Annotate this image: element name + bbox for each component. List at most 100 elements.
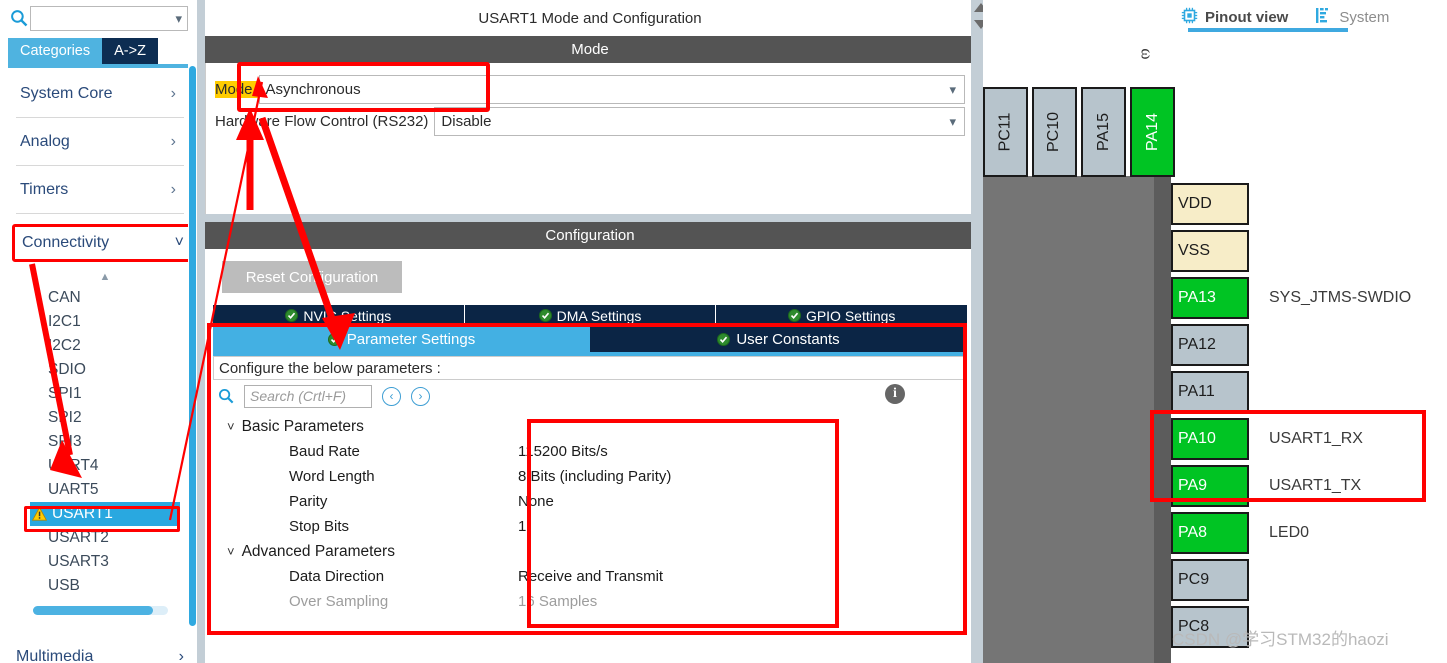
chevron-down-icon: ˅ (227, 419, 235, 434)
list-item[interactable]: CAN (30, 286, 180, 310)
peripheral-label: SPI2 (48, 409, 82, 426)
tab-pinout-view[interactable]: Pinout view (1181, 7, 1288, 28)
pin-pa12[interactable]: PA12 (1171, 323, 1249, 366)
pin-pa8[interactable]: PA8 (1171, 511, 1249, 554)
pin-vdd[interactable]: VDD (1171, 182, 1249, 225)
mode-label: Mode (215, 81, 259, 98)
table-row[interactable]: Stop Bits 1 (213, 514, 967, 539)
sidebar-item-timers[interactable]: Timers › (16, 166, 184, 214)
list-item[interactable]: USART3 (30, 550, 180, 574)
tab-a-to-z[interactable]: A->Z (102, 38, 158, 64)
pin-signal: USART1_TX (1269, 476, 1362, 494)
sidebar-item-system-core[interactable]: System Core › (16, 70, 184, 118)
warning-icon (31, 506, 48, 521)
list-item[interactable]: UART4 (30, 454, 180, 478)
sidebar-item-connectivity[interactable]: Connectivity ˅ (12, 224, 196, 262)
table-row[interactable]: Parity None (213, 489, 967, 514)
pin-vss[interactable]: VSS (1171, 229, 1249, 272)
parameter-tab-row: Parameter Settings User Constants (213, 326, 967, 352)
page-title: USART1 Mode and Configuration (205, 0, 975, 36)
sidebar: ▾ Categories A->Z System Core › Analog ›… (0, 0, 197, 663)
peripheral-list: ▲ CAN I2C1 I2C2 SDIO SPI1 SPI2 SPI3 UART… (30, 268, 180, 598)
pin-pa9[interactable]: PA9 (1171, 464, 1249, 507)
pin-row: PC9 (1171, 556, 1447, 603)
table-row[interactable]: Word Length 8 Bits (including Parity) (213, 464, 967, 489)
sidebar-vertical-scrollbar[interactable] (189, 66, 196, 626)
table-row[interactable]: Baud Rate 115200 Bits/s (213, 439, 967, 464)
sidebar-search-row: ▾ (8, 4, 188, 32)
peripheral-label: SPI1 (48, 385, 82, 402)
parameter-group-advanced[interactable]: ˅ Advanced Parameters (213, 539, 967, 564)
peripheral-label: SPI3 (48, 433, 82, 450)
search-next-button[interactable]: › (411, 386, 430, 406)
parameter-group-basic[interactable]: ˅ Basic Parameters (213, 414, 967, 439)
info-icon[interactable]: i (885, 384, 905, 404)
tab-system-view[interactable]: System (1316, 7, 1390, 27)
tab-categories[interactable]: Categories (8, 38, 103, 64)
category-list: System Core › Analog › Timers › (16, 70, 184, 214)
sidebar-item-analog[interactable]: Analog › (16, 118, 184, 166)
parameter-list: ˅ Basic Parameters Baud Rate 115200 Bits… (213, 412, 967, 614)
check-circle-icon (327, 332, 341, 346)
pin-pa14[interactable]: PA14 (1130, 87, 1175, 177)
pin-row: PA11 (1171, 368, 1447, 415)
pin-pa15[interactable]: PA15 (1081, 87, 1126, 177)
pin-label: PC11 (996, 112, 1014, 152)
parameter-search-input[interactable]: Search (Crtl+F) (244, 384, 372, 408)
pin-pc9[interactable]: PC9 (1171, 558, 1249, 601)
horizontal-scrollbar[interactable] (33, 606, 168, 615)
sidebar-tabs-underline (8, 64, 188, 68)
pin-pa11[interactable]: PA11 (1171, 370, 1249, 413)
list-item[interactable]: I2C1 (30, 310, 180, 334)
tab-parameter-settings[interactable]: Parameter Settings (213, 326, 590, 352)
flow-control-dropdown[interactable]: Disable ▾ (434, 107, 965, 136)
configuration-section: Reset Configuration NVIC Settings DMA Se… (205, 249, 975, 614)
search-prev-button[interactable]: ‹ (382, 386, 401, 406)
list-item[interactable]: SPI3 (30, 430, 180, 454)
tab-nvic-settings[interactable]: NVIC Settings (213, 305, 465, 326)
configure-hint: Configure the below parameters : (213, 356, 967, 380)
parameter-name: Over Sampling (289, 593, 389, 610)
list-item[interactable]: USART2 (30, 526, 180, 550)
pin-label: VSS (1178, 241, 1211, 259)
parameter-name: Data Direction (289, 568, 385, 585)
parameter-value: 115200 Bits/s (518, 443, 608, 460)
pin-label: PA14 (1143, 113, 1161, 151)
scrollbar-thumb[interactable] (33, 606, 153, 615)
scroll-spinner-icon[interactable]: ▲ (30, 268, 180, 286)
pin-pa13[interactable]: PA13 (1171, 276, 1249, 319)
list-item[interactable]: UART5 (30, 478, 180, 502)
reset-configuration-button[interactable]: Reset Configuration (222, 261, 402, 293)
sidebar-divider (197, 0, 205, 663)
pin-row: VDD (1171, 180, 1447, 227)
rotated-axis-label: ω (1137, 48, 1157, 60)
list-item[interactable]: USB (30, 574, 180, 598)
pin-pc11[interactable]: PC11 (983, 87, 1028, 177)
pinout-panel: Pinout view System ω PC11 PC10 PA15 PA14… (983, 0, 1447, 663)
parameter-name: Baud Rate (289, 443, 360, 460)
parameter-value: Receive and Transmit (518, 568, 664, 585)
tab-user-constants[interactable]: User Constants (590, 326, 967, 352)
search-input[interactable]: ▾ (30, 5, 188, 31)
chevron-right-icon: › (170, 84, 176, 102)
tab-label: Parameter Settings (346, 330, 476, 348)
list-item[interactable]: SDIO (30, 358, 180, 382)
list-item[interactable]: SPI2 (30, 406, 180, 430)
table-row[interactable]: Data Direction Receive and Transmit (213, 564, 967, 589)
flow-control-row: Hardware Flow Control (RS232) Disable ▾ (215, 107, 965, 136)
pin-row: PA13 SYS_JTMS-SWDIO (1171, 274, 1447, 321)
tab-gpio-settings[interactable]: GPIO Settings (716, 305, 968, 326)
sidebar-item-multimedia[interactable]: Multimedia › (16, 648, 184, 663)
pin-pc10[interactable]: PC10 (1032, 87, 1077, 177)
check-circle-icon (538, 309, 552, 322)
panel-separator (205, 214, 975, 222)
view-tab-label: System (1339, 8, 1390, 26)
list-item[interactable]: SPI1 (30, 382, 180, 406)
list-icon (1316, 7, 1332, 27)
pin-pa10[interactable]: PA10 (1171, 417, 1249, 460)
mode-dropdown[interactable]: Asynchronous ▾ (258, 75, 965, 104)
sidebar-item-usart1[interactable]: USART1 (30, 502, 180, 526)
peripheral-label: USART1 (52, 505, 113, 522)
list-item[interactable]: I2C2 (30, 334, 180, 358)
tab-dma-settings[interactable]: DMA Settings (464, 305, 717, 326)
